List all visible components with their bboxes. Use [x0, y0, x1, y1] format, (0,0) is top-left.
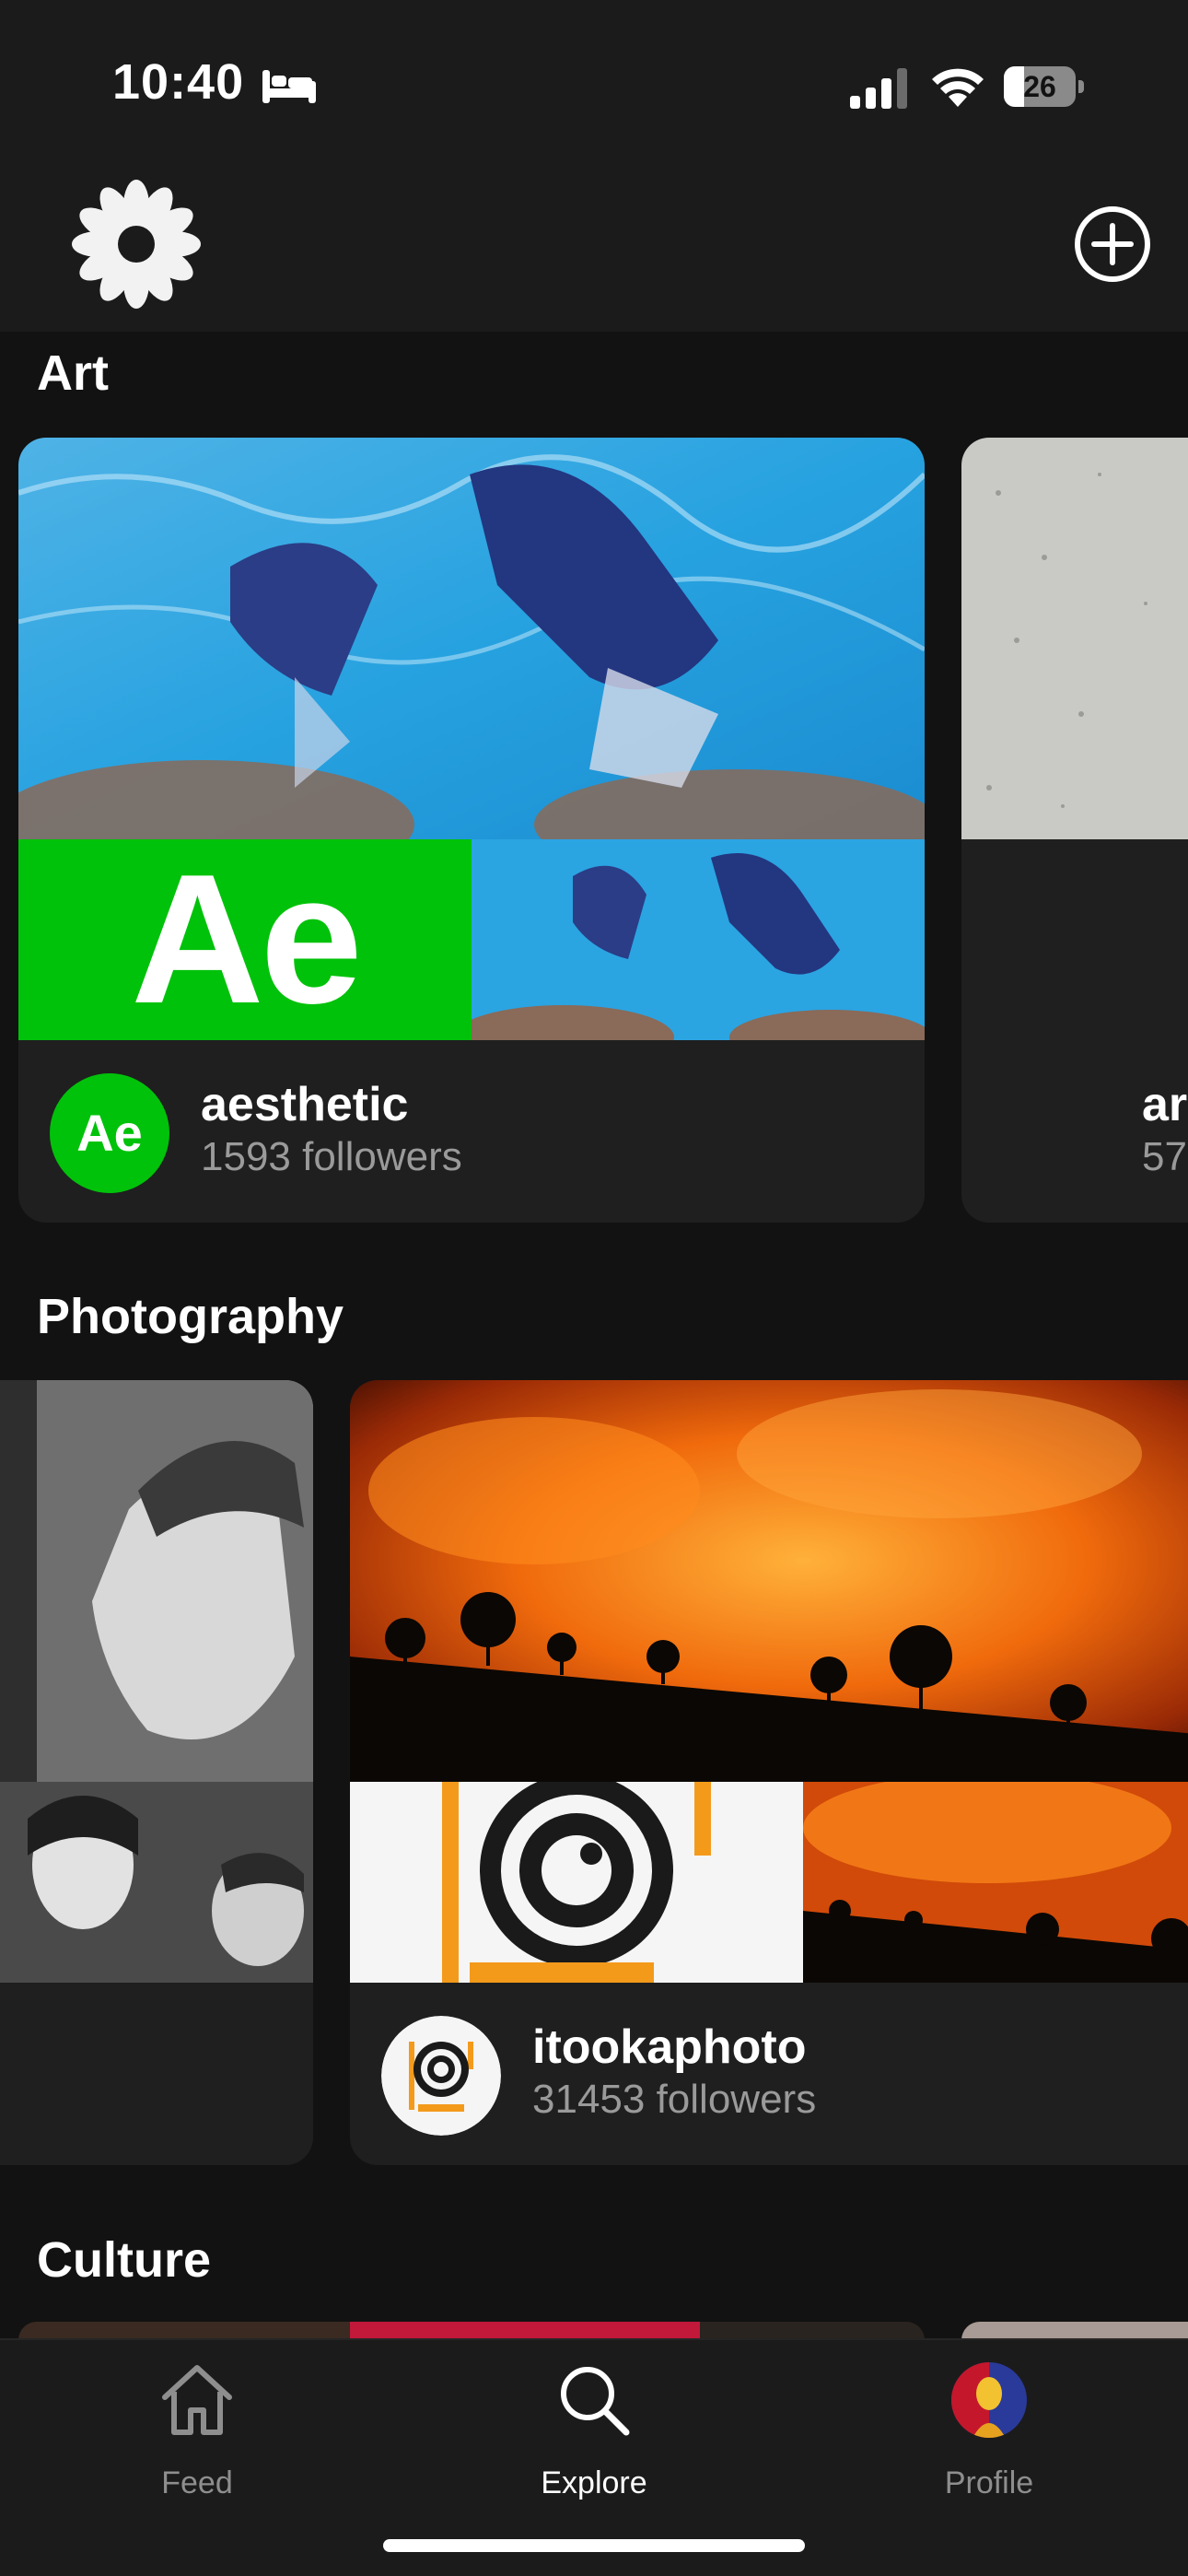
cover-thumbnail: [803, 1782, 1188, 1983]
wifi-icon: [932, 68, 984, 107]
channel-name: aesthetic: [201, 1078, 409, 1131]
cover-strip: Ae: [18, 839, 925, 1040]
avatar-text: Ae: [76, 1104, 143, 1162]
section-title-photography: Photography: [37, 1289, 344, 1344]
battery-level: 26: [1023, 70, 1056, 103]
bed-icon: [262, 70, 316, 103]
battery-icon: 26: [1004, 66, 1085, 107]
card-meta: itookaphoto 31453 followers: [350, 1983, 1188, 2165]
cover-image: [0, 1380, 313, 1782]
plus-circle-icon[interactable]: [1073, 205, 1152, 284]
camera-logo-tile: [350, 1782, 803, 1983]
cover-image: [18, 438, 925, 839]
card-meta: ar 57: [961, 1040, 1188, 1223]
app-header: [0, 166, 1188, 332]
avatar: [381, 2016, 501, 2136]
cover-thumbnail: [472, 839, 925, 1040]
culture-card-peek[interactable]: [18, 2322, 925, 2340]
section-title-art: Art: [37, 345, 109, 401]
cover-image: [350, 1380, 1188, 1782]
status-time: 10:40: [112, 54, 245, 110]
channel-name: ar: [1142, 1078, 1188, 1131]
cover-strip: [0, 1782, 313, 1983]
explore-screen: 10:40 26 Art Ae Ae aesthetic 1593 follow…: [0, 0, 1188, 2576]
signal-icon: [850, 68, 907, 109]
card-meta: Ae aesthetic 1593 followers: [18, 1040, 925, 1223]
aesthetic-logo-tile: Ae: [18, 839, 472, 1040]
aesthetic-logo-text: Ae: [131, 837, 363, 1042]
cover-strip: [350, 1782, 1188, 1983]
section-title-culture: Culture: [37, 2232, 211, 2288]
follower-count: 57: [1142, 1134, 1187, 1179]
cover-image: [961, 438, 1188, 839]
search-icon: [561, 2367, 630, 2436]
tab-label: Feed: [161, 2465, 233, 2500]
culture-card-peek-right[interactable]: [961, 2322, 1188, 2340]
avatar: Ae: [50, 1073, 169, 1193]
tab-label: Explore: [541, 2465, 647, 2500]
home-indicator: [383, 2539, 805, 2552]
home-icon: [162, 2365, 232, 2435]
tab-explore[interactable]: Explore: [483, 2359, 705, 2506]
follower-count: 1593 followers: [201, 1134, 462, 1179]
tab-label: Profile: [944, 2465, 1034, 2500]
channel-card-aesthetic[interactable]: Ae Ae aesthetic 1593 followers: [18, 438, 925, 1223]
tab-feed[interactable]: Feed: [87, 2359, 308, 2506]
channel-card-itookaphoto[interactable]: itookaphoto 31453 followers: [350, 1380, 1188, 2165]
status-bar: 10:40 26: [0, 0, 1188, 166]
channel-name: itookaphoto: [532, 2020, 807, 2074]
tab-profile[interactable]: Profile: [879, 2359, 1100, 2506]
channel-card-partial-left[interactable]: [0, 1380, 313, 2165]
channel-card-partial[interactable]: ar 57: [961, 438, 1188, 1223]
card-meta: [0, 1983, 313, 2165]
follower-count: 31453 followers: [532, 2077, 817, 2122]
avatar-icon: [951, 2362, 1027, 2438]
swirl-logo-icon[interactable]: [26, 180, 247, 309]
